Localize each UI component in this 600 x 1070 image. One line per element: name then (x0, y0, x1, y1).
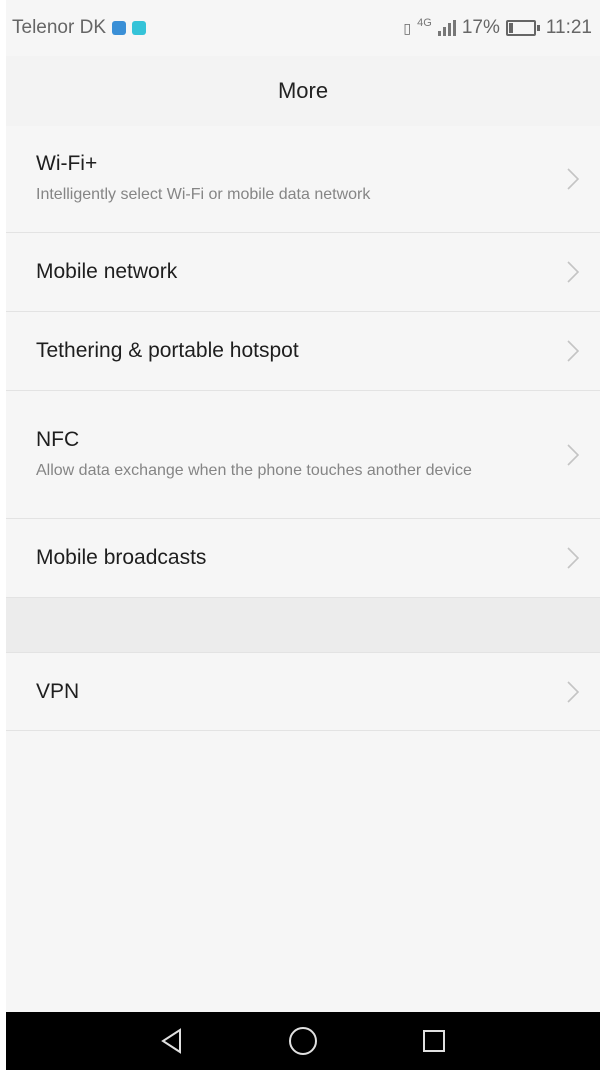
status-right: ▯ 4G 17% 11:21 (403, 17, 600, 39)
page-title: More (6, 56, 600, 127)
carrier-name: Telenor DK (12, 17, 106, 38)
battery-fill (508, 23, 513, 33)
recents-square-icon[interactable] (416, 1023, 452, 1059)
back-triangle-icon[interactable] (154, 1023, 190, 1059)
item-subtitle: Intelligently select Wi-Fi or mobile dat… (36, 186, 371, 203)
chevron-right-icon (566, 680, 580, 704)
phone-screen: Telenor DK ▯ 4G 17% 11:21 More Wi-Fi+ In… (6, 0, 600, 1070)
item-title: Tethering & portable hotspot (36, 339, 299, 362)
signal-bars-icon (437, 20, 456, 36)
chevron-right-icon (566, 167, 580, 191)
section-divider (6, 598, 600, 653)
item-title: NFC (36, 427, 80, 451)
home-circle-icon[interactable] (285, 1023, 321, 1059)
list-item-vpn[interactable]: VPN (6, 653, 600, 731)
chevron-right-icon (566, 339, 580, 363)
network-type: 4G (417, 17, 432, 29)
chevron-right-icon (566, 443, 580, 467)
status-bar: Telenor DK ▯ 4G 17% 11:21 (6, 0, 600, 56)
list-item-tethering[interactable]: Tethering & portable hotspot (6, 312, 600, 391)
chevron-right-icon (566, 546, 580, 570)
clock: 11:21 (545, 17, 592, 38)
settings-list: Wi-Fi+ Intelligently select Wi-Fi or mob… (6, 126, 600, 731)
list-item-nfc[interactable]: NFC Allow data exchange when the phone t… (6, 391, 600, 519)
item-subtitle: Allow data exchange when the phone touch… (36, 461, 472, 479)
item-title: Mobile network (36, 260, 178, 283)
item-title: VPN (36, 679, 80, 703)
navigation-bar (6, 1012, 600, 1070)
chevron-right-icon (566, 260, 580, 284)
list-item-wifi-plus[interactable]: Wi-Fi+ Intelligently select Wi-Fi or mob… (6, 126, 600, 233)
item-title: Mobile broadcasts (36, 546, 207, 569)
status-left: Telenor DK (6, 17, 146, 39)
vibrate-icon: ▯ (403, 19, 412, 36)
notification-app-icon (132, 21, 146, 35)
list-item-mobile-network[interactable]: Mobile network (6, 233, 600, 312)
item-title: Wi-Fi+ (36, 152, 98, 175)
battery-percent: 17% (461, 17, 500, 38)
battery-icon (505, 20, 540, 36)
notification-app-icon (112, 21, 126, 35)
list-item-mobile-broadcasts[interactable]: Mobile broadcasts (6, 519, 600, 598)
